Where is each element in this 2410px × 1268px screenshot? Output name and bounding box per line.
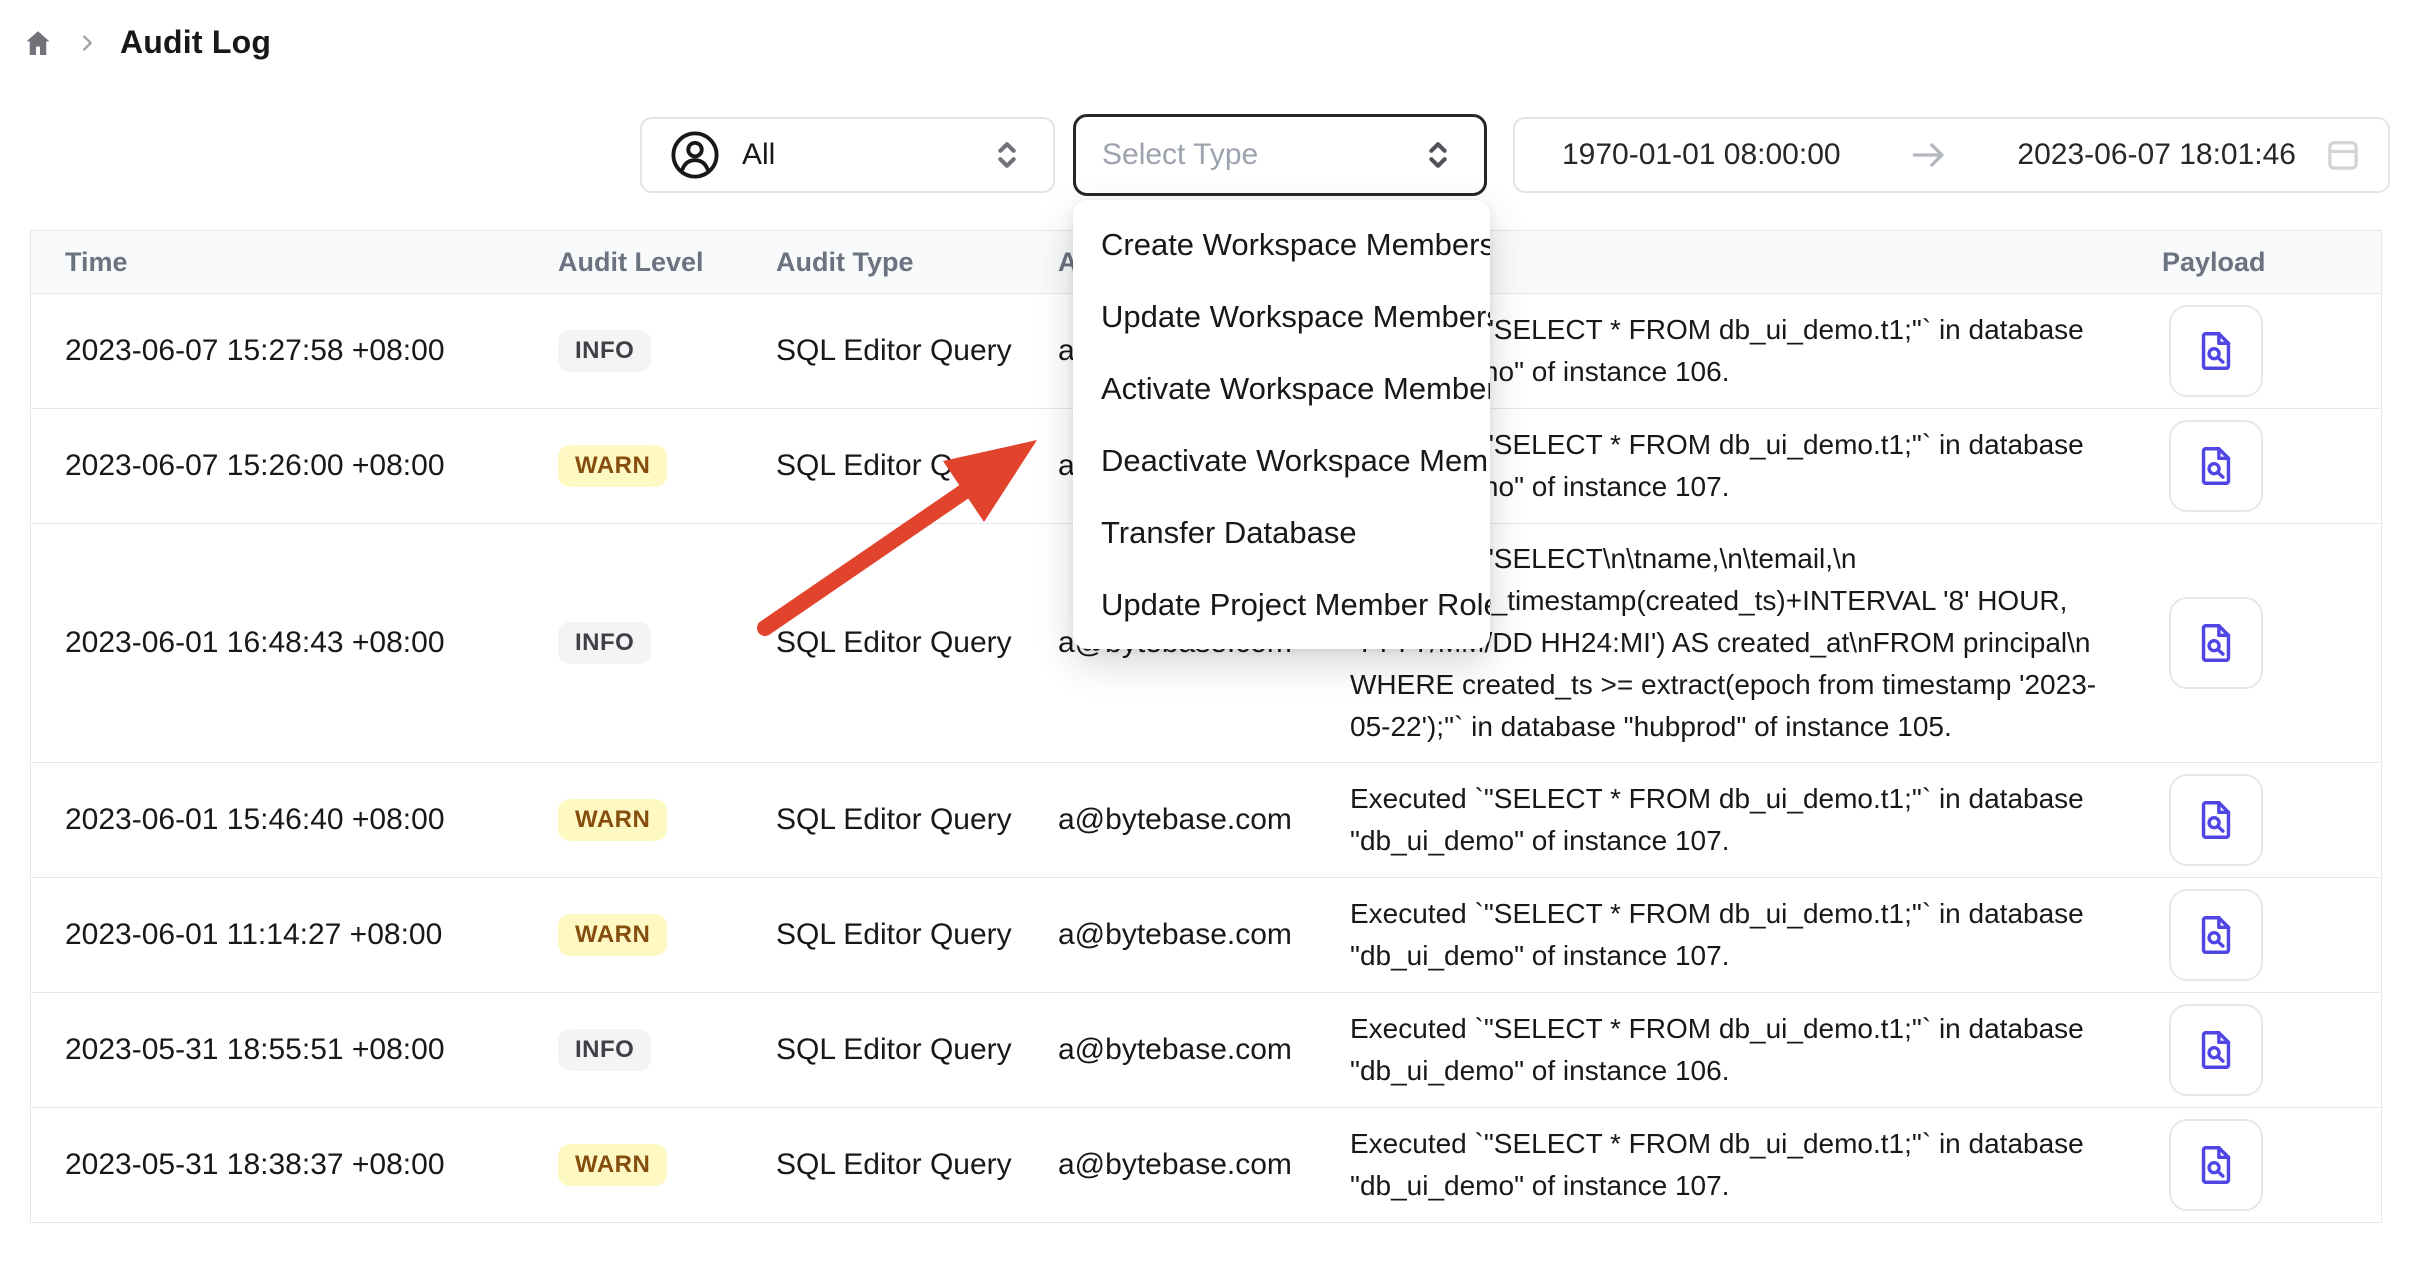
cell-audit-level: WARN bbox=[558, 1144, 776, 1186]
file-search-icon bbox=[2193, 620, 2239, 666]
select-chevrons-icon bbox=[1418, 135, 1458, 175]
user-circle-icon bbox=[668, 128, 722, 182]
col-header-time: Time bbox=[31, 247, 558, 278]
cell-comment: Executed `"SELECT * FROM db_ui_demo.t1;"… bbox=[1350, 1109, 2140, 1221]
cell-audit-type: SQL Editor Query bbox=[776, 626, 1058, 660]
dropdown-item[interactable]: Update Workspace Membership bbox=[1073, 281, 1490, 353]
audit-level-badge: INFO bbox=[558, 330, 651, 372]
view-payload-button[interactable] bbox=[2169, 774, 2263, 866]
cell-actor: a@bytebase.com bbox=[1058, 918, 1350, 952]
cell-payload bbox=[2140, 1119, 2383, 1211]
actor-filter-select[interactable]: All bbox=[640, 117, 1055, 193]
cell-payload bbox=[2140, 1004, 2383, 1096]
arrow-right-icon bbox=[1841, 133, 2018, 177]
col-header-audit-type: Audit Type bbox=[776, 247, 1058, 278]
audit-level-badge: INFO bbox=[558, 622, 651, 664]
home-icon[interactable] bbox=[22, 27, 54, 59]
cell-audit-type: SQL Editor Query bbox=[776, 803, 1058, 837]
table-row: 2023-05-31 18:55:51 +08:00 INFO SQL Edit… bbox=[31, 993, 2381, 1108]
cell-payload bbox=[2140, 597, 2383, 689]
type-filter-placeholder: Select Type bbox=[1102, 138, 1258, 172]
cell-time: 2023-05-31 18:55:51 +08:00 bbox=[31, 1033, 558, 1067]
dropdown-item[interactable]: Activate Workspace Membership bbox=[1073, 353, 1490, 425]
cell-audit-type: SQL Editor Query bbox=[776, 918, 1058, 952]
file-search-icon bbox=[2193, 1027, 2239, 1073]
cell-payload bbox=[2140, 889, 2383, 981]
cell-payload bbox=[2140, 774, 2383, 866]
cell-comment: Executed `"SELECT * FROM db_ui_demo.t1;"… bbox=[1350, 994, 2140, 1106]
cell-actor: a@bytebase.com bbox=[1058, 803, 1350, 837]
chevron-right-icon bbox=[76, 32, 98, 54]
view-payload-button[interactable] bbox=[2169, 420, 2263, 512]
cell-audit-type: SQL Editor Query bbox=[776, 334, 1058, 368]
cell-time: 2023-05-31 18:38:37 +08:00 bbox=[31, 1148, 558, 1182]
audit-level-badge: WARN bbox=[558, 799, 667, 841]
col-header-payload: Payload bbox=[2140, 247, 2383, 278]
view-payload-button[interactable] bbox=[2169, 1004, 2263, 1096]
cell-audit-level: WARN bbox=[558, 914, 776, 956]
audit-level-badge: INFO bbox=[558, 1029, 651, 1071]
cell-time: 2023-06-01 15:46:40 +08:00 bbox=[31, 803, 558, 837]
cell-time: 2023-06-01 16:48:43 +08:00 bbox=[31, 626, 558, 660]
date-range-picker[interactable]: 1970-01-01 08:00:00 2023-06-07 18:01:46 bbox=[1513, 117, 2390, 193]
dropdown-item[interactable]: Create Workspace Membership bbox=[1073, 209, 1490, 281]
view-payload-button[interactable] bbox=[2169, 305, 2263, 397]
cell-audit-level: WARN bbox=[558, 799, 776, 841]
cell-audit-type: SQL Editor Query bbox=[776, 1148, 1058, 1182]
audit-type-dropdown-menu: Create Workspace Membership Update Works… bbox=[1073, 200, 1490, 649]
file-search-icon bbox=[2193, 328, 2239, 374]
cell-comment: Executed `"SELECT * FROM db_ui_demo.t1;"… bbox=[1350, 764, 2140, 876]
cell-audit-type: SQL Editor Query bbox=[776, 449, 1058, 483]
audit-level-badge: WARN bbox=[558, 445, 667, 487]
col-header-audit-level: Audit Level bbox=[558, 247, 776, 278]
cell-comment: Executed `"SELECT * FROM db_ui_demo.t1;"… bbox=[1350, 879, 2140, 991]
file-search-icon bbox=[2193, 1142, 2239, 1188]
cell-payload bbox=[2140, 305, 2383, 397]
select-chevrons-icon bbox=[987, 135, 1027, 175]
date-range-end[interactable]: 2023-06-07 18:01:46 bbox=[2017, 138, 2296, 172]
cell-audit-level: INFO bbox=[558, 622, 776, 664]
cell-audit-level: WARN bbox=[558, 445, 776, 487]
view-payload-button[interactable] bbox=[2169, 889, 2263, 981]
cell-audit-level: INFO bbox=[558, 1029, 776, 1071]
table-row: 2023-06-01 11:14:27 +08:00 WARN SQL Edit… bbox=[31, 878, 2381, 993]
table-row: 2023-05-31 18:38:37 +08:00 WARN SQL Edit… bbox=[31, 1108, 2381, 1223]
cell-time: 2023-06-07 15:26:00 +08:00 bbox=[31, 449, 558, 483]
table-row: 2023-06-01 15:46:40 +08:00 WARN SQL Edit… bbox=[31, 763, 2381, 878]
calendar-icon bbox=[2322, 134, 2364, 176]
breadcrumb: Audit Log bbox=[22, 24, 271, 61]
cell-time: 2023-06-07 15:27:58 +08:00 bbox=[31, 334, 558, 368]
audit-level-badge: WARN bbox=[558, 1144, 667, 1186]
file-search-icon bbox=[2193, 443, 2239, 489]
page-title: Audit Log bbox=[120, 24, 271, 61]
date-range-start[interactable]: 1970-01-01 08:00:00 bbox=[1562, 138, 1841, 172]
audit-level-badge: WARN bbox=[558, 914, 667, 956]
cell-time: 2023-06-01 11:14:27 +08:00 bbox=[31, 918, 558, 952]
actor-filter-value: All bbox=[742, 138, 775, 172]
cell-audit-level: INFO bbox=[558, 330, 776, 372]
view-payload-button[interactable] bbox=[2169, 1119, 2263, 1211]
file-search-icon bbox=[2193, 912, 2239, 958]
dropdown-item[interactable]: Transfer Database bbox=[1073, 497, 1490, 569]
dropdown-item[interactable]: Update Project Member Role bbox=[1073, 569, 1490, 641]
audit-type-filter-select[interactable]: Select Type bbox=[1073, 114, 1487, 196]
cell-actor: a@bytebase.com bbox=[1058, 1033, 1350, 1067]
cell-audit-type: SQL Editor Query bbox=[776, 1033, 1058, 1067]
view-payload-button[interactable] bbox=[2169, 597, 2263, 689]
dropdown-item[interactable]: Deactivate Workspace Membership bbox=[1073, 425, 1490, 497]
file-search-icon bbox=[2193, 797, 2239, 843]
cell-payload bbox=[2140, 420, 2383, 512]
cell-actor: a@bytebase.com bbox=[1058, 1148, 1350, 1182]
